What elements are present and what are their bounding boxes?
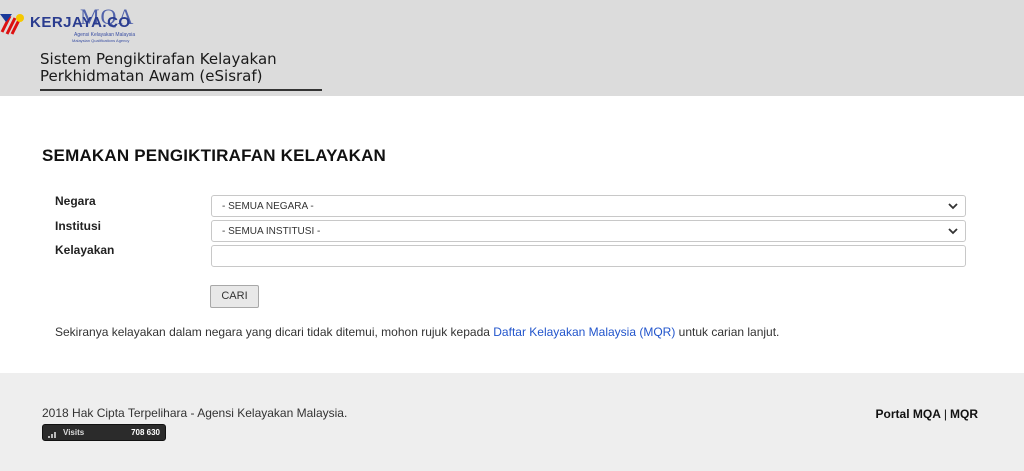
site-header: MQA Agensi Kelayakan Malaysia Malaysian …: [0, 0, 1024, 96]
mqr-footer-link[interactable]: MQR: [950, 407, 978, 421]
copyright-text: 2018 Hak Cipta Terpelihara - Agensi Kela…: [42, 406, 348, 420]
note-text-after: untuk carian lanjut.: [675, 325, 780, 339]
chevron-down-icon: [948, 203, 958, 210]
visits-count: 708 630: [131, 428, 160, 437]
kelayakan-label: Kelayakan: [55, 243, 115, 257]
watermark-text: KERJAYA.CO: [30, 14, 131, 31]
footer-links: Portal MQA | MQR: [876, 407, 978, 421]
institusi-label: Institusi: [55, 219, 102, 233]
flag-icon: [0, 14, 24, 35]
institusi-select-value: - SEMUA INSTITUSI -: [222, 226, 321, 237]
mqr-link[interactable]: Daftar Kelayakan Malaysia (MQR): [493, 325, 675, 339]
negara-label: Negara: [55, 194, 96, 208]
negara-select-value: - SEMUA NEGARA -: [222, 201, 314, 212]
system-title-line1: Sistem Pengiktirafan Kelayakan: [40, 50, 277, 68]
visits-label: Visits: [63, 428, 85, 437]
page-title: SEMAKAN PENGIKTIRAFAN KELAYAKAN: [42, 146, 387, 165]
footer-separator: |: [943, 407, 947, 421]
system-title: Sistem Pengiktirafan Kelayakan Perkhidma…: [40, 51, 277, 85]
cari-button[interactable]: CARI: [210, 285, 259, 308]
visits-counter[interactable]: Visits 708 630: [42, 424, 166, 441]
mqa-logo-tagline: Malaysian Qualifications Agency: [72, 38, 130, 43]
negara-select[interactable]: - SEMUA NEGARA -: [211, 195, 966, 217]
bar-chart-icon: [48, 432, 56, 438]
watermark: KERJAYA.CO: [0, 8, 140, 38]
title-underline: [40, 89, 322, 91]
portal-mqa-link[interactable]: Portal MQA: [876, 407, 941, 421]
note-text-before: Sekiranya kelayakan dalam negara yang di…: [55, 325, 494, 339]
institusi-select[interactable]: - SEMUA INSTITUSI -: [211, 220, 966, 242]
system-title-line2: Perkhidmatan Awam (eSisraf): [40, 67, 263, 85]
site-footer: [0, 373, 1024, 471]
search-note: Sekiranya kelayakan dalam negara yang di…: [55, 325, 779, 339]
chevron-down-icon: [948, 228, 958, 235]
kelayakan-input[interactable]: [211, 245, 966, 267]
